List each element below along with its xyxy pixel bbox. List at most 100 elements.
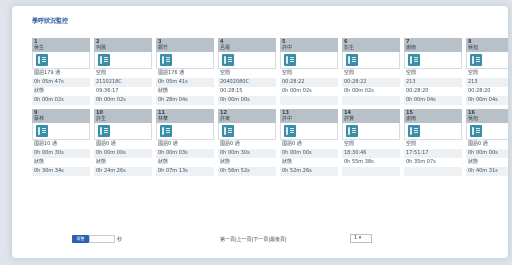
card-header: 13 許中 (280, 109, 338, 123)
card-header: 9 蔡林 (32, 109, 90, 123)
agent-card[interactable]: 3 鄭竹 國語176 通 0h 05m 41s 狀態 0h 28m 04s (156, 38, 214, 105)
footer-bar: 再整 秒 第一頁|上一頁|下一頁|最後頁| 1 ▾ (32, 232, 502, 248)
chevron-down-icon: ▾ (358, 235, 362, 241)
agent-card[interactable]: 7 謝南 空閒 213 00:28:20 0h 00m 04s (404, 38, 462, 105)
agent-card[interactable]: 1 吳生 國語179 通 0h 05m 47s 狀態 0h 00m 02s (32, 38, 90, 105)
page-select[interactable]: 1 ▾ (350, 234, 372, 243)
phone-icon (408, 54, 420, 66)
state-label: 0h 35m 07s (406, 159, 436, 165)
agent-grid: 1 吳生 國語179 通 0h 05m 47s 狀態 0h 00m 02s 2 何晨 空閒 211… (32, 38, 508, 176)
phone-icon (222, 54, 234, 66)
agent-row: 1 吳生 國語179 通 0h 05m 47s 狀態 0h 00m 02s 2 何晨 空閒 211… (32, 38, 508, 105)
agent-name: 謝南 (406, 116, 417, 122)
call-time: 0h 00m 00s (94, 149, 152, 158)
seconds-label: 秒 (117, 237, 123, 243)
phone-icon (346, 125, 358, 137)
phone-icon (470, 54, 482, 66)
state-label: 狀態 (282, 159, 293, 165)
call-status: 國語176 通 (158, 70, 185, 76)
state-label: 狀態 (220, 159, 231, 165)
call-time: 2110218C (94, 78, 152, 87)
call-status: 空閒 (344, 141, 355, 147)
phone-icon (98, 54, 110, 66)
phone-icon (160, 125, 172, 137)
card-header: 10 許生 (94, 109, 152, 123)
agent-name: 彭生 (344, 45, 355, 51)
refresh-button[interactable]: 再整 (72, 235, 89, 243)
call-status: 空閒 (406, 70, 417, 76)
card-header: 3 鄭竹 (156, 38, 214, 52)
call-status: 空閒 (344, 70, 355, 76)
agent-card[interactable]: 4 呂電 空閒 20402080C 00:28:15 0h 00m 00s (218, 38, 276, 105)
card-header: 8 吳旭 (466, 38, 508, 52)
call-status: 國語179 通 (34, 70, 61, 76)
card-header: 14 許賢 (342, 109, 400, 123)
agent-card[interactable]: 6 彭生 空閒 00:28:22 0h 00m 02s (342, 38, 400, 105)
state-label: 0h 00m 02s (282, 88, 312, 94)
pagination-links[interactable]: 第一頁|上一頁|下一頁|最後頁| (220, 236, 287, 243)
phone-icon (284, 54, 296, 66)
phone-area (466, 52, 508, 69)
page-title: 學呼狀況監控 (32, 18, 69, 25)
phone-area (218, 123, 276, 140)
agent-card[interactable]: 12 許東 國語0 通 0h 00m 30s 狀態 0h 56m 52s (218, 109, 276, 176)
call-time: 213 (404, 78, 462, 87)
phone-icon (222, 125, 234, 137)
phone-area (342, 52, 400, 69)
state-time: 0h 00m 04s (466, 96, 508, 105)
state-time (280, 96, 338, 105)
agent-card[interactable]: 13 許中 國語0 通 0h 00m 00s 狀態 0h 52m 26s (280, 109, 338, 176)
call-status: 國語0 通 (96, 141, 116, 147)
call-status: 空閒 (282, 70, 293, 76)
card-header: 4 呂電 (218, 38, 276, 52)
phone-icon (98, 125, 110, 137)
refresh-interval-input[interactable] (89, 235, 115, 243)
call-status: 空閒 (96, 70, 107, 76)
phone-area (32, 52, 90, 69)
agent-name: 何晨 (96, 45, 107, 51)
call-time: 213 (466, 78, 508, 87)
call-time: 0h 00m 00s (466, 149, 508, 158)
card-header: 15 謝南 (404, 109, 462, 123)
state-label: 狀態 (34, 159, 45, 165)
phone-icon (36, 54, 48, 66)
state-label: 狀態 (96, 159, 107, 165)
phone-icon (408, 125, 420, 137)
state-time (342, 96, 400, 105)
call-time: 00:28:22 (342, 78, 400, 87)
phone-icon (284, 125, 296, 137)
state-label: 狀態 (34, 88, 45, 94)
call-time: 0h 05m 47s (32, 78, 90, 87)
agent-card[interactable]: 2 何晨 空閒 2110218C 09:36:17 0h 00m 02s (94, 38, 152, 105)
agent-card[interactable]: 11 林華 國語0 通 0h 00m 03s 狀態 0h 07m 13s (156, 109, 214, 176)
agent-card[interactable]: 15 謝南 空閒 17:51:17 0h 35m 07s (404, 109, 462, 176)
state-label: 00:28:20 (468, 88, 491, 94)
call-status: 國語0 通 (282, 141, 302, 147)
agent-card[interactable]: 10 許生 國語0 通 0h 00m 00s 狀態 0h 24m 26s (94, 109, 152, 176)
agent-card[interactable]: 9 蔡林 國語10 通 0h 00m 30s 狀態 0h 30m 34s (32, 109, 90, 176)
call-time: 0h 05m 41s (156, 78, 214, 87)
phone-area (404, 123, 462, 140)
agent-name: 蔡林 (34, 116, 45, 122)
state-time: 0h 07m 13s (156, 167, 214, 176)
call-status: 空閒 (406, 141, 417, 147)
call-status: 空閒 (468, 70, 479, 76)
call-time: 0h 00m 00s (280, 149, 338, 158)
agent-name: 鄭竹 (158, 45, 169, 51)
agent-card[interactable]: 5 許中 空閒 00:28:22 0h 00m 02s (280, 38, 338, 105)
state-label: 00:28:20 (406, 88, 429, 94)
call-time: 0h 00m 30s (32, 149, 90, 158)
state-time: 0h 56m 52s (218, 167, 276, 176)
state-label: 0h 00m 02s (344, 88, 374, 94)
card-header: 5 許中 (280, 38, 338, 52)
agent-card[interactable]: 8 吳旭空閒 213 00:28:20 0h 00m 04s (466, 38, 508, 105)
agent-card[interactable]: 14 許賢 空閒 18:30:46 0h 55m 38s (342, 109, 400, 176)
phone-icon (346, 54, 358, 66)
call-status: 國語0 通 (468, 141, 488, 147)
phone-area (94, 123, 152, 140)
agent-name: 許中 (282, 45, 293, 51)
state-time: 0h 00m 02s (32, 96, 90, 105)
call-time: 0h 00m 03s (156, 149, 214, 158)
call-time: 20402080C (218, 78, 276, 87)
agent-card[interactable]: 16 吳旭 國語0 通 0h 00m 00s 狀態 0h 40m 31s (466, 109, 508, 176)
